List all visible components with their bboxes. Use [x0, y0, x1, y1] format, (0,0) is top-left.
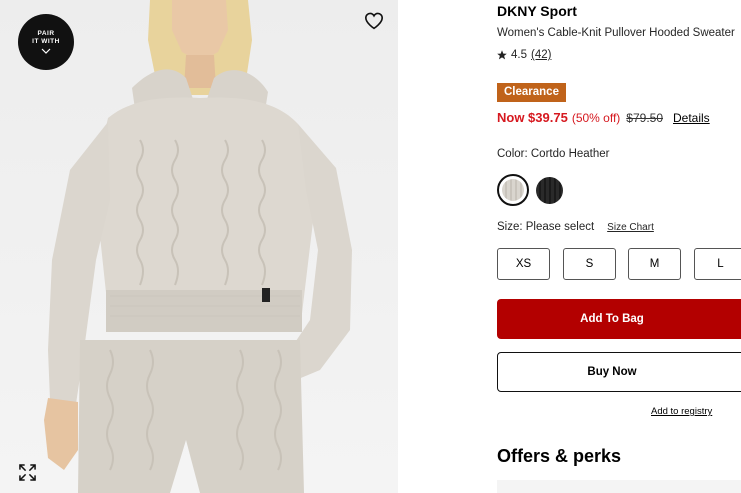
size-option-l[interactable]: L — [694, 248, 741, 280]
buy-now-button[interactable]: Buy Now — [497, 352, 741, 392]
size-header: Size: Please select Size Chart — [497, 221, 654, 233]
rating[interactable]: 4.5 (42) — [497, 49, 551, 61]
discount-percent: (50% off) — [571, 111, 621, 125]
pair-badge-line2: IT WITH — [32, 38, 60, 45]
size-option-xs[interactable]: XS — [497, 248, 550, 280]
swatch-fill — [502, 179, 524, 201]
price-block: Now $39.75 (50% off) $79.50 Details — [497, 110, 710, 125]
star-icon — [497, 50, 507, 60]
expand-icon[interactable] — [19, 464, 36, 481]
color-swatch-cortdo-heather[interactable] — [497, 174, 529, 206]
offers-heading: Offers & perks — [497, 446, 622, 466]
clearance-badge: Clearance — [497, 83, 566, 102]
product-title: Women's Cable-Knit Pullover Hooded Sweat… — [497, 27, 735, 39]
brand-name[interactable]: DKNY Sport — [497, 3, 577, 19]
rating-value: 4.5 — [511, 49, 527, 61]
add-to-registry-link[interactable]: Add to registry — [651, 406, 712, 417]
original-price: $79.50 — [626, 111, 663, 125]
add-to-bag-button[interactable]: Add To Bag — [497, 299, 741, 339]
pair-badge-line1: PAIR — [37, 30, 55, 37]
size-option-m[interactable]: M — [628, 248, 681, 280]
pair-it-with-button[interactable]: PAIR IT WITH — [18, 14, 74, 70]
sale-price: Now $39.75 — [497, 110, 568, 125]
price-details-link[interactable]: Details — [673, 111, 710, 125]
offers-panel — [497, 480, 741, 493]
color-swatch-black[interactable] — [536, 177, 563, 204]
review-count-link[interactable]: (42) — [531, 49, 551, 61]
color-label: Color: Cortdo Heather — [497, 148, 610, 160]
size-option-s[interactable]: S — [563, 248, 616, 280]
product-image[interactable]: PAIR IT WITH — [0, 0, 398, 493]
sweater-model-photo — [44, 0, 352, 493]
size-chart-link[interactable]: Size Chart — [607, 221, 654, 233]
size-label: Size: Please select — [497, 221, 595, 233]
heart-icon[interactable] — [364, 12, 384, 30]
chevron-down-icon — [41, 48, 51, 54]
